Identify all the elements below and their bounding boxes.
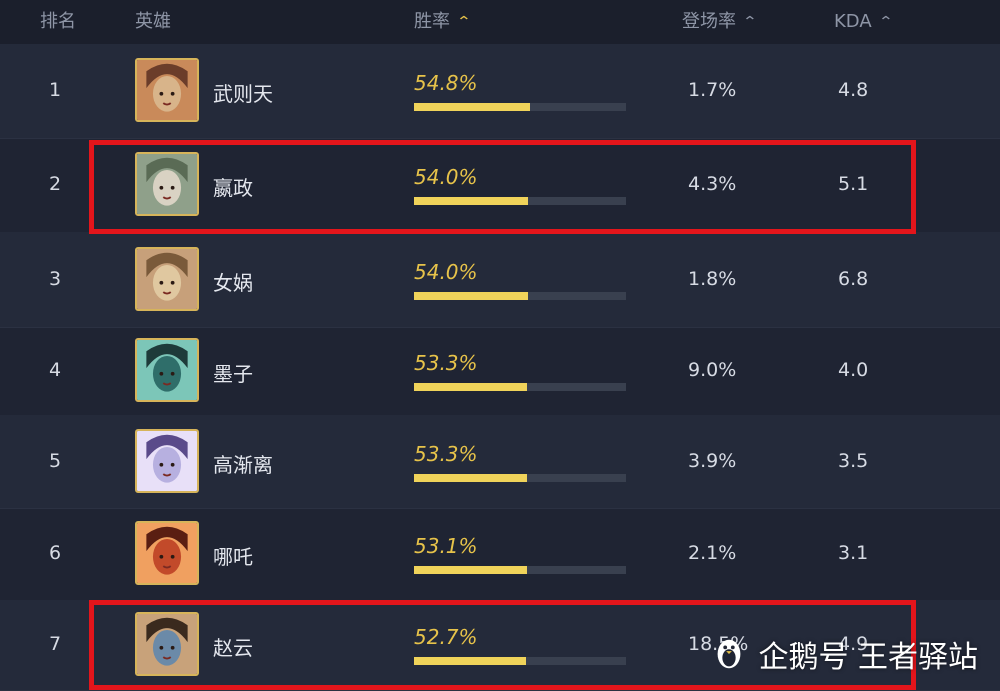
hero-portrait-icon: [137, 154, 197, 214]
rank-number: 3: [48, 267, 62, 290]
rank-number: 7: [48, 633, 62, 655]
winrate-bar: [414, 657, 626, 665]
hero-portrait-icon: [137, 614, 197, 674]
pickrate-value: 1.7%: [688, 79, 737, 101]
hero-avatar[interactable]: [135, 428, 199, 493]
kda-value: 3.5: [838, 449, 869, 472]
rank-number: 2: [48, 173, 62, 195]
table-row[interactable]: 5 高渐离 53.3% 3.9% 3.5: [0, 415, 1000, 509]
watermark-text: 企鹅号 王者驿站: [758, 640, 978, 675]
hero-name[interactable]: 武则天: [213, 78, 273, 107]
hero-avatar[interactable]: [135, 338, 199, 402]
winrate-bar: [414, 383, 626, 391]
winrate-bar-fill: [414, 657, 526, 665]
winrate-value: 52.7%: [414, 625, 478, 649]
rank-number: 5: [48, 449, 62, 472]
kda-value: 4.8: [838, 79, 869, 101]
winrate-column-header[interactable]: 胜率 ⌃: [414, 0, 471, 44]
winrate-value: 54.8%: [414, 71, 478, 95]
sort-chevrons-icon[interactable]: ⌃: [456, 15, 471, 29]
hero-name[interactable]: 哪吒: [213, 541, 253, 570]
pickrate-value: 1.8%: [688, 267, 737, 290]
table-row[interactable]: 6 哪吒 53.1% 2.1% 3.1: [0, 508, 1000, 601]
winrate-value: 54.0%: [414, 259, 478, 284]
hero-portrait-icon: [137, 430, 197, 491]
hero-portrait-icon: [137, 340, 197, 400]
kda-value: 6.8: [838, 267, 869, 290]
hero-header-label: 英雄: [135, 11, 171, 32]
sort-chevrons-icon[interactable]: ⌃: [878, 15, 893, 29]
pickrate-value: 4.3%: [688, 173, 737, 195]
pickrate-value: 9.0%: [688, 359, 737, 381]
winrate-bar: [414, 197, 626, 205]
penguin-icon: [718, 639, 741, 669]
hero-avatar[interactable]: [135, 152, 199, 216]
hero-avatar[interactable]: [135, 521, 199, 585]
winrate-bar-fill: [414, 473, 527, 482]
pickrate-header-label[interactable]: 登场率: [682, 0, 736, 44]
table-header: 排名 英雄 胜率 ⌃ 登场率 ⌃ KDA ⌃: [0, 0, 1000, 45]
winrate-bar-fill: [414, 103, 531, 111]
winrate-bar: [414, 103, 626, 111]
winrate-header-label[interactable]: 胜率: [414, 0, 450, 44]
hero-column-header: 英雄: [135, 0, 171, 44]
sort-chevrons-icon[interactable]: ⌃: [742, 15, 757, 29]
table-row[interactable]: 2 嬴政 54.0% 4.3% 5.1: [0, 138, 1000, 233]
table-row[interactable]: 1 武则天 54.8% 1.7% 4.8: [0, 44, 1000, 139]
hero-name[interactable]: 墨子: [213, 358, 253, 387]
hero-portrait-icon: [137, 60, 197, 120]
winrate-value: 53.3%: [414, 441, 478, 466]
winrate-value: 53.1%: [414, 534, 478, 558]
hero-name[interactable]: 赵云: [213, 632, 253, 661]
winrate-value: 54.0%: [414, 165, 478, 189]
kda-column-header[interactable]: KDA ⌃: [834, 0, 893, 44]
hero-avatar[interactable]: [135, 246, 199, 311]
table-row[interactable]: 4 墨子 53.3% 9.0% 4.0: [0, 327, 1000, 416]
winrate-value: 53.3%: [414, 351, 478, 375]
hero-portrait-icon: [137, 523, 197, 583]
kda-value: 4.0: [838, 359, 869, 381]
kda-header-label[interactable]: KDA: [834, 0, 872, 44]
winrate-bar: [414, 473, 626, 482]
hero-avatar[interactable]: [135, 58, 199, 122]
winrate-bar-fill: [414, 291, 529, 300]
winrate-bar: [414, 291, 626, 300]
hero-name[interactable]: 嬴政: [213, 172, 253, 201]
winrate-bar-fill: [414, 383, 527, 391]
rank-column-header: 排名: [40, 0, 76, 44]
table-row[interactable]: 3 女娲 54.0% 1.8% 6.8: [0, 232, 1000, 328]
rank-number: 6: [48, 542, 62, 564]
kda-value: 5.1: [838, 173, 869, 195]
rank-number: 1: [48, 79, 62, 101]
hero-avatar[interactable]: [135, 612, 199, 676]
hero-name[interactable]: 高渐离: [213, 449, 273, 478]
winrate-bar: [414, 566, 626, 574]
kda-value: 3.1: [838, 542, 869, 564]
pickrate-value: 3.9%: [688, 449, 737, 472]
pickrate-column-header[interactable]: 登场率 ⌃: [682, 0, 757, 44]
pickrate-value: 2.1%: [688, 542, 737, 564]
hero-name[interactable]: 女娲: [213, 267, 253, 296]
winrate-bar-fill: [414, 197, 529, 205]
winrate-bar-fill: [414, 566, 527, 574]
rank-header-label: 排名: [40, 11, 76, 32]
hero-portrait-icon: [137, 248, 197, 309]
watermark: 企鹅号 王者驿站: [710, 632, 978, 676]
rank-number: 4: [48, 359, 62, 381]
